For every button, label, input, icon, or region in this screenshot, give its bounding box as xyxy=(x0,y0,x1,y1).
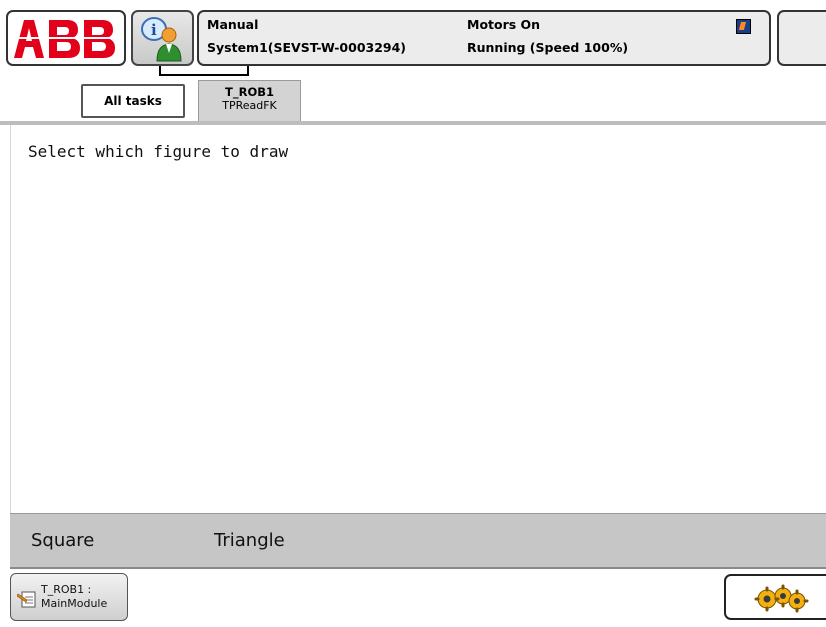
status-panel[interactable]: Manual System1(SEVST-W-0003294) Motors O… xyxy=(197,10,771,66)
module-name-label: MainModule xyxy=(41,597,108,610)
abb-menu-button[interactable] xyxy=(6,10,126,66)
motor-state: Motors On xyxy=(467,17,541,32)
abb-logo xyxy=(12,20,120,58)
operating-mode: Manual xyxy=(207,17,259,32)
triangle-button[interactable]: Triangle xyxy=(214,514,285,568)
info-person-icon: i xyxy=(141,17,182,62)
tab-program-name: TPReadFK xyxy=(222,99,277,112)
svg-text:i: i xyxy=(151,21,157,39)
tab-all-tasks[interactable]: All tasks xyxy=(81,84,185,118)
task-name-label: T_ROB1 : xyxy=(41,583,92,596)
taskbar-program-editor[interactable]: T_ROB1 : MainModule xyxy=(10,573,128,621)
square-button[interactable]: Square xyxy=(31,514,94,568)
quickset-button[interactable] xyxy=(724,574,826,620)
tab-t-rob1[interactable]: T_ROB1 TPReadFK xyxy=(198,80,301,122)
prompt-text: Select which figure to draw xyxy=(28,142,289,161)
left-strip xyxy=(0,125,10,571)
run-state: Running (Speed 100%) xyxy=(467,40,629,55)
top-bar: i Manual System1(SEVST-W-0003294) Motors… xyxy=(0,0,826,76)
function-key-bar: Square Triangle xyxy=(10,513,826,569)
system-name: System1(SEVST-W-0003294) xyxy=(207,40,407,55)
robot-status-icon xyxy=(736,19,751,34)
close-button[interactable] xyxy=(777,10,826,66)
flexpendant-output: Select which figure to draw xyxy=(10,125,826,513)
gears-icon xyxy=(754,584,809,613)
tab-task-name: T_ROB1 xyxy=(225,85,274,99)
info-status-button[interactable]: i xyxy=(131,10,194,66)
program-editor-icon xyxy=(17,591,36,608)
task-connector-line xyxy=(159,66,249,76)
